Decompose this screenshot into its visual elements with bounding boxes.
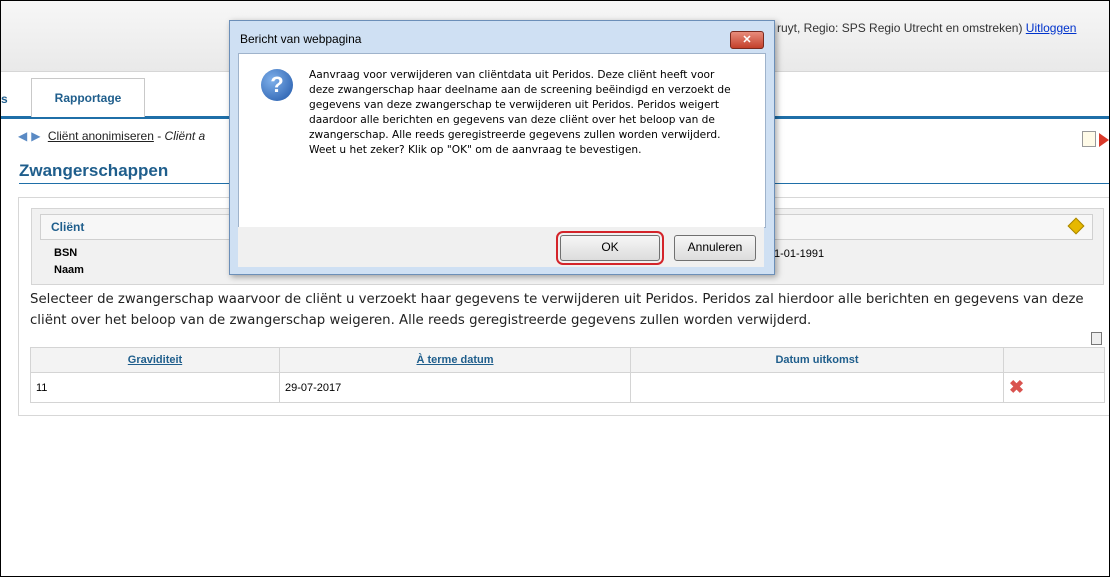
instruction-text: Selecteer de zwangerschap waarvoor de cl… (30, 292, 1084, 328)
close-icon[interactable]: ✕ (730, 31, 764, 49)
pdf-icon[interactable] (1099, 133, 1109, 147)
dialog-title: Bericht van webpagina (240, 32, 362, 46)
cell-graviditeit: 11 (30, 372, 280, 403)
ok-button[interactable]: OK (556, 231, 664, 265)
page-tools (1082, 131, 1109, 150)
naam-label: Naam (54, 264, 84, 276)
table-header-row: Graviditeit À terme datum Datum uitkomst (30, 347, 1105, 373)
column-header-uitkomst: Datum uitkomst (630, 347, 1004, 373)
question-icon: ? (261, 69, 293, 101)
cell-actions: ✖ (1003, 372, 1105, 403)
dialog-body: ? Aanvraag voor verwijderen van cliëntda… (238, 53, 766, 228)
confirm-dialog: Bericht van webpagina ✕ ? Aanvraag voor … (229, 20, 775, 275)
column-header-aterme[interactable]: À terme datum (279, 347, 631, 373)
browser-page: ruyt, Regio: SPS Regio Utrecht en omstre… (0, 0, 1110, 577)
forward-arrow-icon[interactable]: ▶ (31, 129, 40, 143)
table-row[interactable]: 11 29-07-2017 ✖ (30, 372, 1105, 403)
pregnancy-table: Graviditeit À terme datum Datum uitkomst… (30, 347, 1105, 403)
copy-icon[interactable] (1091, 332, 1102, 345)
breadcrumb-separator: - (153, 129, 165, 143)
breadcrumb: ◀ ▶ Cliënt anonimiseren - Cliënt a (18, 129, 205, 143)
page-title: Zwangerschappen (19, 161, 169, 180)
user-info: ruyt, Regio: SPS Regio Utrecht en omstre… (777, 21, 1076, 35)
user-info-text: ruyt, Regio: SPS Regio Utrecht en omstre… (777, 21, 1023, 35)
key-icon[interactable] (1067, 217, 1085, 235)
cancel-button[interactable]: Annuleren (674, 235, 756, 261)
column-header-graviditeit[interactable]: Graviditeit (30, 347, 280, 373)
breadcrumb-link[interactable]: Cliënt anonimiseren (48, 129, 154, 143)
tab-partial[interactable]: s (1, 92, 8, 106)
birth-date-value: 1-01-1991 (774, 248, 825, 260)
dialog-footer: OK Annuleren (238, 227, 764, 267)
back-arrow-icon[interactable]: ◀ (18, 129, 27, 143)
logout-link[interactable]: Uitloggen (1026, 21, 1077, 35)
delete-icon[interactable]: ✖ (1009, 377, 1024, 397)
cell-aterme: 29-07-2017 (279, 372, 631, 403)
cell-uitkomst (630, 372, 1004, 403)
tab-rapportage[interactable]: Rapportage (31, 78, 145, 117)
dialog-message: Aanvraag voor verwijderen van cliëntdata… (309, 69, 731, 156)
bsn-label: BSN (54, 247, 78, 259)
breadcrumb-current: Cliënt a (164, 129, 206, 143)
client-panel-title: Cliënt (51, 220, 85, 234)
column-header-actions (1003, 347, 1105, 373)
document-icon[interactable] (1082, 131, 1096, 147)
